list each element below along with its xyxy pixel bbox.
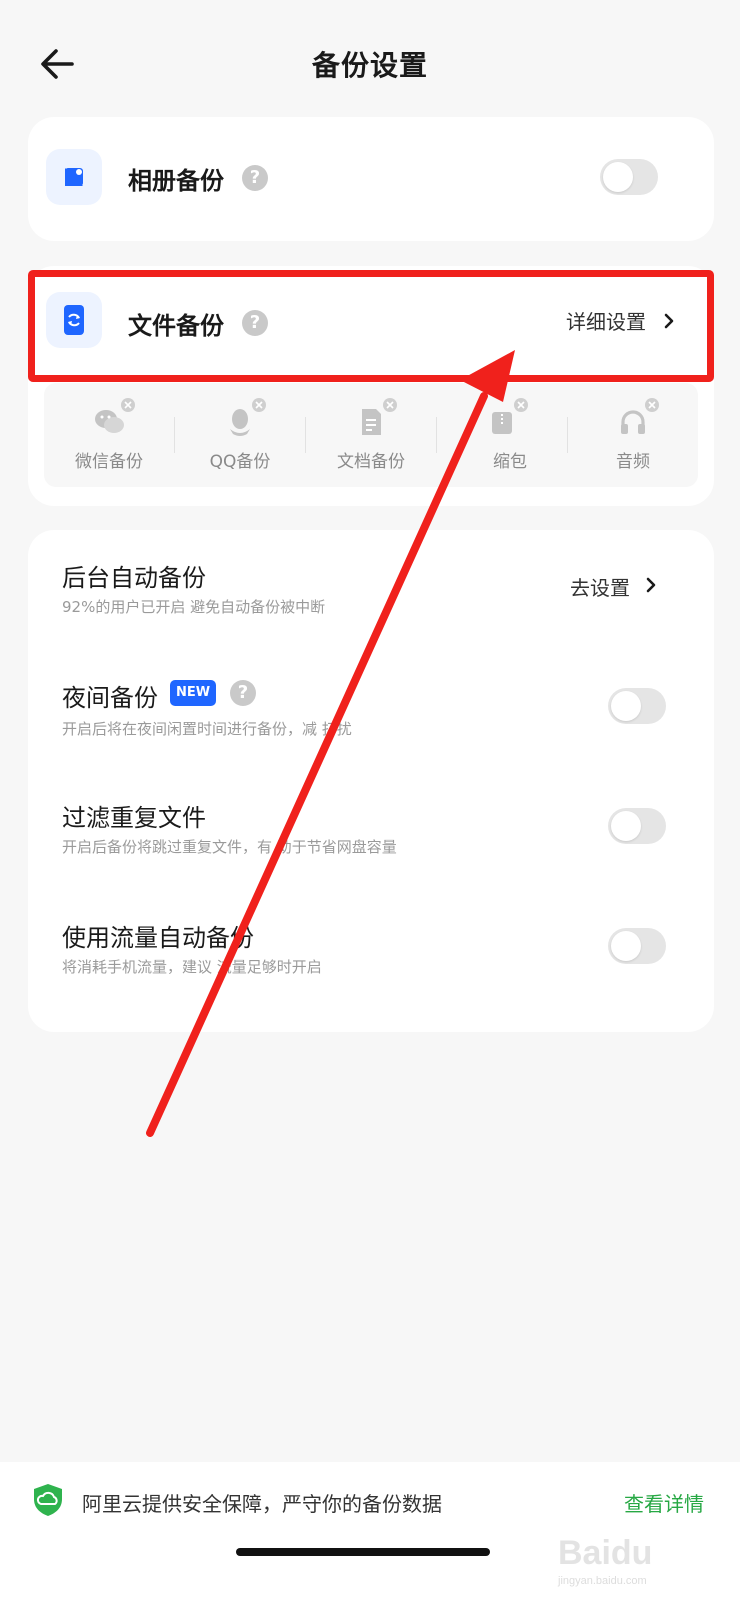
cellular-backup-desc: 将消耗手机流量，建议 流量足够时开启 — [62, 958, 322, 976]
night-backup-toggle[interactable] — [608, 688, 666, 724]
close-icon[interactable] — [644, 397, 660, 413]
home-indicator[interactable] — [236, 1548, 490, 1556]
sub-item-document[interactable]: 文档备份 — [306, 383, 436, 487]
highlight-box — [28, 270, 714, 382]
album-help-icon[interactable]: ? — [242, 165, 268, 191]
album-backup-card: 相册备份 ? — [28, 117, 714, 241]
sub-item-label: 微信备份 — [75, 452, 143, 472]
footer: 阿里云提供安全保障，严守你的备份数据 查看详情 Baidu jingyan.ba… — [0, 1462, 740, 1600]
view-details-link[interactable]: 查看详情 — [624, 1488, 704, 1517]
album-backup-title: 相册备份 — [128, 167, 224, 195]
night-backup-title: 夜间备份 — [62, 684, 158, 712]
toggle-knob — [603, 162, 633, 192]
album-icon — [65, 168, 83, 186]
sub-item-label: QQ备份 — [209, 452, 271, 472]
svg-text:jingyan.baidu.com: jingyan.baidu.com — [557, 1575, 647, 1587]
toggle-knob — [611, 931, 641, 961]
background-backup-title: 后台自动备份 — [62, 564, 206, 592]
chevron-right-icon — [646, 577, 656, 593]
svg-text:Baidu: Baidu — [558, 1534, 652, 1572]
album-backup-toggle[interactable] — [600, 159, 658, 195]
page-title: 备份设置 — [311, 49, 428, 82]
background-backup-desc: 92%的用户已开启 避免自动备份被中断 — [62, 598, 326, 616]
filter-duplicates-toggle[interactable] — [608, 808, 666, 844]
album-icon-box — [46, 149, 102, 205]
filter-duplicates-desc: 开启后备份将跳过重复文件，有 助于节省网盘容量 — [62, 838, 397, 856]
sub-item-label: 缩包 — [493, 452, 527, 472]
cellular-backup-title: 使用流量自动备份 — [62, 924, 254, 952]
new-badge: NEW — [170, 680, 217, 706]
go-settings-link[interactable]: 去设置 — [570, 572, 630, 601]
close-icon[interactable] — [382, 397, 398, 413]
close-icon[interactable] — [120, 397, 136, 413]
file-type-strip: 微信备份 QQ备份 文档备份 缩包 音频 — [44, 383, 698, 487]
backup-settings-card: 后台自动备份 92%的用户已开启 避免自动备份被中断 去设置 夜间备份 NEW … — [28, 530, 714, 1032]
sub-item-label: 文档备份 — [337, 452, 405, 472]
sub-item-label: 音频 — [616, 452, 650, 472]
toggle-knob — [611, 811, 641, 841]
cellular-backup-toggle[interactable] — [608, 928, 666, 964]
sub-item-audio[interactable]: 音频 — [568, 383, 698, 487]
toggle-knob — [611, 691, 641, 721]
close-icon[interactable] — [513, 397, 529, 413]
baidu-watermark-logo: Baidu jingyan.baidu.com — [557, 1534, 652, 1587]
footer-text: 阿里云提供安全保障，严守你的备份数据 — [82, 1492, 442, 1516]
sub-item-archive[interactable]: 缩包 — [437, 383, 567, 487]
sub-item-qq[interactable]: QQ备份 — [175, 383, 305, 487]
night-backup-desc: 开启后将在夜间闲置时间进行备份，减 打扰 — [62, 720, 352, 738]
night-help-icon[interactable]: ? — [230, 680, 256, 706]
sub-item-wechat[interactable]: 微信备份 — [44, 383, 174, 487]
filter-duplicates-title: 过滤重复文件 — [62, 804, 206, 832]
header: 备份设置 — [0, 0, 740, 126]
close-icon[interactable] — [251, 397, 267, 413]
shield-cloud-icon — [34, 1484, 62, 1516]
